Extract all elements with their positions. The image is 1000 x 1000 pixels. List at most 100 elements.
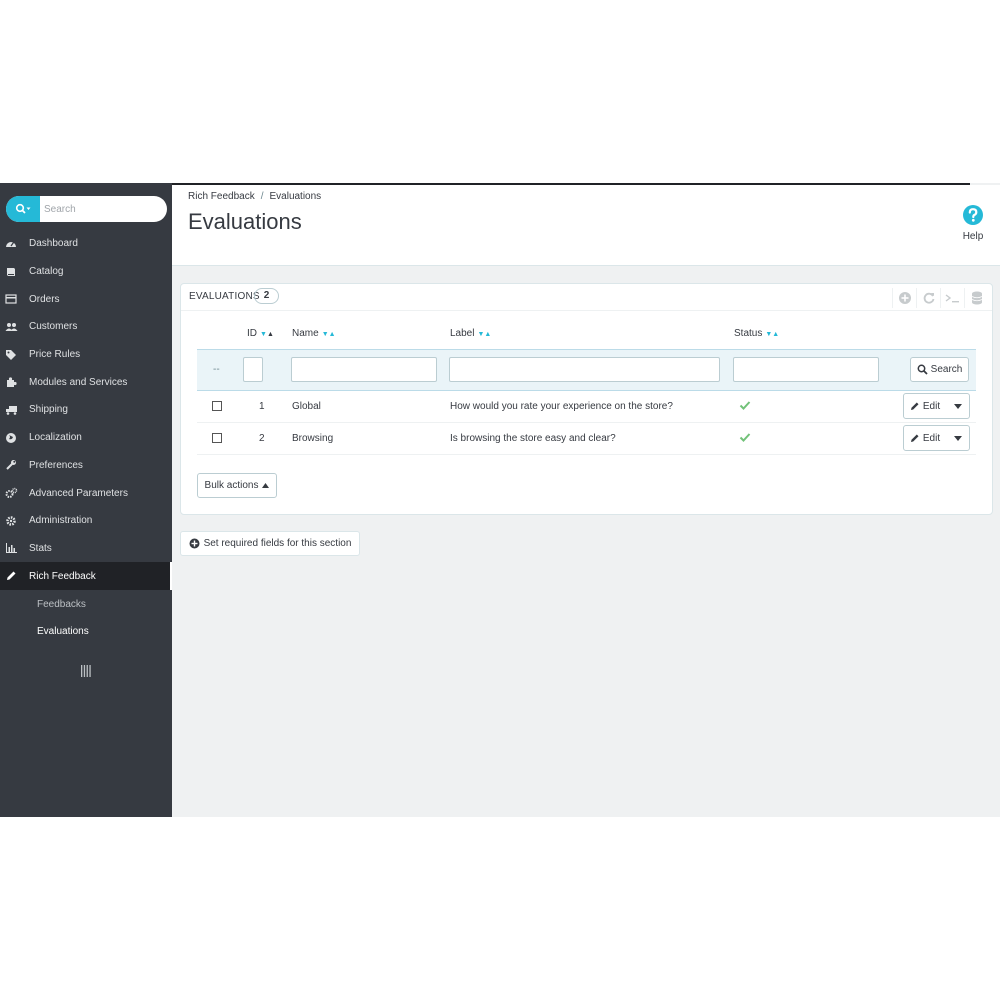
sidebar-item-rich-feedback[interactable]: Rich Feedback bbox=[0, 562, 172, 591]
cell-id: 1 bbox=[259, 401, 265, 412]
edit-button[interactable]: Edit bbox=[904, 426, 947, 450]
sidebar-item-label: Administration bbox=[29, 515, 93, 527]
sidebar-item-label: Advanced Parameters bbox=[29, 487, 128, 499]
status-enabled-check-icon[interactable] bbox=[739, 399, 751, 411]
sidebar-item-localization[interactable]: Localization bbox=[0, 424, 172, 452]
sidebar-subitem-label: Evaluations bbox=[37, 626, 89, 637]
sidebar-search bbox=[6, 196, 167, 222]
bulk-actions-button[interactable]: Bulk actions bbox=[197, 473, 277, 498]
filter-search-button[interactable]: Search bbox=[910, 357, 969, 382]
filter-placeholder-dash: -- bbox=[213, 364, 220, 375]
question-circle-icon bbox=[963, 205, 983, 225]
sidebar-subitem-feedbacks[interactable]: Feedbacks bbox=[0, 590, 172, 618]
count-badge: 2 bbox=[254, 288, 279, 304]
sidebar-item-catalog[interactable]: Catalog bbox=[0, 258, 172, 286]
database-icon bbox=[971, 291, 982, 305]
sidebar-item-label: Modules and Services bbox=[29, 376, 128, 388]
tags-icon bbox=[0, 349, 29, 361]
filter-label-input[interactable] bbox=[449, 357, 720, 382]
search-icon bbox=[917, 364, 928, 375]
table-row: 2 Browsing Is browsing the store easy an… bbox=[197, 423, 976, 455]
pencil-icon bbox=[910, 434, 919, 442]
sidebar: Dashboard Catalog Orders Customers Price… bbox=[0, 183, 172, 817]
users-icon bbox=[0, 321, 29, 333]
add-new-button[interactable] bbox=[892, 288, 916, 308]
edit-button[interactable]: Edit bbox=[904, 394, 947, 418]
column-header-status: Status ▼▲ bbox=[734, 328, 779, 339]
credit-card-icon bbox=[0, 293, 29, 305]
sidebar-search-input[interactable] bbox=[44, 199, 162, 219]
filter-row: -- Search bbox=[197, 349, 976, 391]
sidebar-item-price-rules[interactable]: Price Rules bbox=[0, 341, 172, 369]
breadcrumb: Rich Feedback / Evaluations bbox=[188, 191, 321, 202]
export-sql-manager-button[interactable] bbox=[964, 288, 988, 308]
sidebar-subitem-label: Feedbacks bbox=[37, 598, 86, 610]
sidebar-item-label: Orders bbox=[29, 293, 60, 305]
page-title: Evaluations bbox=[188, 209, 302, 234]
plus-circle-icon bbox=[189, 538, 200, 549]
panel-heading: EVALUATIONS 2 bbox=[181, 284, 992, 311]
sidebar-item-label: Customers bbox=[29, 321, 78, 333]
terminal-icon bbox=[945, 294, 959, 303]
filter-name-input[interactable] bbox=[291, 357, 437, 382]
column-header-label: Name bbox=[292, 328, 319, 339]
help-label: Help bbox=[962, 231, 984, 242]
column-header-label-text: Label bbox=[450, 328, 475, 339]
refresh-icon bbox=[923, 292, 934, 304]
truck-icon bbox=[0, 404, 29, 416]
sidebar-item-stats[interactable]: Stats bbox=[0, 535, 172, 563]
row-actions-dropdown-toggle[interactable] bbox=[947, 394, 969, 418]
sidebar-item-modules[interactable]: Modules and Services bbox=[0, 368, 172, 396]
column-header-label: Label ▼▲ bbox=[450, 328, 491, 339]
column-header-name: Name ▼▲ bbox=[292, 328, 336, 339]
cell-label: How would you rate your experience on th… bbox=[450, 401, 673, 412]
row-checkbox[interactable] bbox=[212, 433, 222, 443]
row-actions-dropdown-toggle[interactable] bbox=[947, 426, 969, 450]
sidebar-item-label: Preferences bbox=[29, 459, 83, 471]
sidebar-item-customers[interactable]: Customers bbox=[0, 313, 172, 341]
panel-title: EVALUATIONS bbox=[189, 291, 260, 302]
refresh-list-button[interactable] bbox=[916, 288, 940, 308]
sort-arrows[interactable]: ▼▲ bbox=[322, 331, 336, 338]
sidebar-subitem-evaluations[interactable]: Evaluations bbox=[0, 618, 172, 646]
table-row: 1 Global How would you rate your experie… bbox=[197, 391, 976, 423]
sidebar-item-preferences[interactable]: Preferences bbox=[0, 452, 172, 480]
sort-arrows[interactable]: ▼▲ bbox=[477, 331, 491, 338]
breadcrumb-item-rich-feedback[interactable]: Rich Feedback bbox=[188, 191, 255, 202]
book-icon bbox=[0, 266, 29, 278]
row-checkbox[interactable] bbox=[212, 401, 222, 411]
search-button-label: Search bbox=[930, 364, 963, 375]
sidebar-item-dashboard[interactable]: Dashboard bbox=[0, 230, 172, 258]
edit-label: Edit bbox=[922, 432, 941, 444]
page-header: Rich Feedback / Evaluations Evaluations He… bbox=[172, 185, 1000, 266]
pencil-icon bbox=[910, 402, 919, 410]
evaluations-panel: EVALUATIONS 2 ID ▼▲ Name ▼▲ Label ▼▲ Status… bbox=[180, 283, 993, 515]
filter-status-input[interactable] bbox=[733, 357, 879, 382]
sidebar-item-label: Catalog bbox=[29, 266, 64, 278]
breadcrumb-item-evaluations: Evaluations bbox=[269, 191, 322, 202]
edit-label: Edit bbox=[922, 400, 941, 412]
sort-arrows[interactable]: ▼▲ bbox=[765, 331, 779, 338]
sidebar-item-advanced-parameters[interactable]: Advanced Parameters bbox=[0, 479, 172, 507]
column-header-label: ID bbox=[247, 328, 257, 339]
sort-arrows[interactable]: ▼▲ bbox=[260, 331, 274, 338]
set-required-fields-button[interactable]: Set required fields for this section bbox=[180, 531, 360, 556]
column-header-label: Status bbox=[734, 328, 763, 339]
panel-toolbar bbox=[892, 288, 988, 308]
dashboard-icon bbox=[0, 238, 29, 250]
status-enabled-check-icon[interactable] bbox=[739, 431, 751, 443]
collapse-sidebar-button[interactable] bbox=[81, 665, 91, 680]
sidebar-item-administration[interactable]: Administration bbox=[0, 507, 172, 535]
help-button[interactable]: Help bbox=[958, 204, 988, 242]
search-icon bbox=[15, 203, 31, 214]
sidebar-item-label: Localization bbox=[29, 432, 82, 444]
search-dropdown-button[interactable] bbox=[6, 196, 40, 222]
caret-down-icon bbox=[954, 403, 962, 409]
filter-id-input[interactable] bbox=[243, 357, 263, 382]
sidebar-item-orders[interactable]: Orders bbox=[0, 285, 172, 313]
cogs-icon bbox=[0, 487, 29, 499]
show-sql-button[interactable] bbox=[940, 288, 964, 308]
collapse-icon bbox=[81, 665, 91, 677]
column-header-id: ID ▼▲ bbox=[247, 328, 274, 339]
sidebar-item-shipping[interactable]: Shipping bbox=[0, 396, 172, 424]
